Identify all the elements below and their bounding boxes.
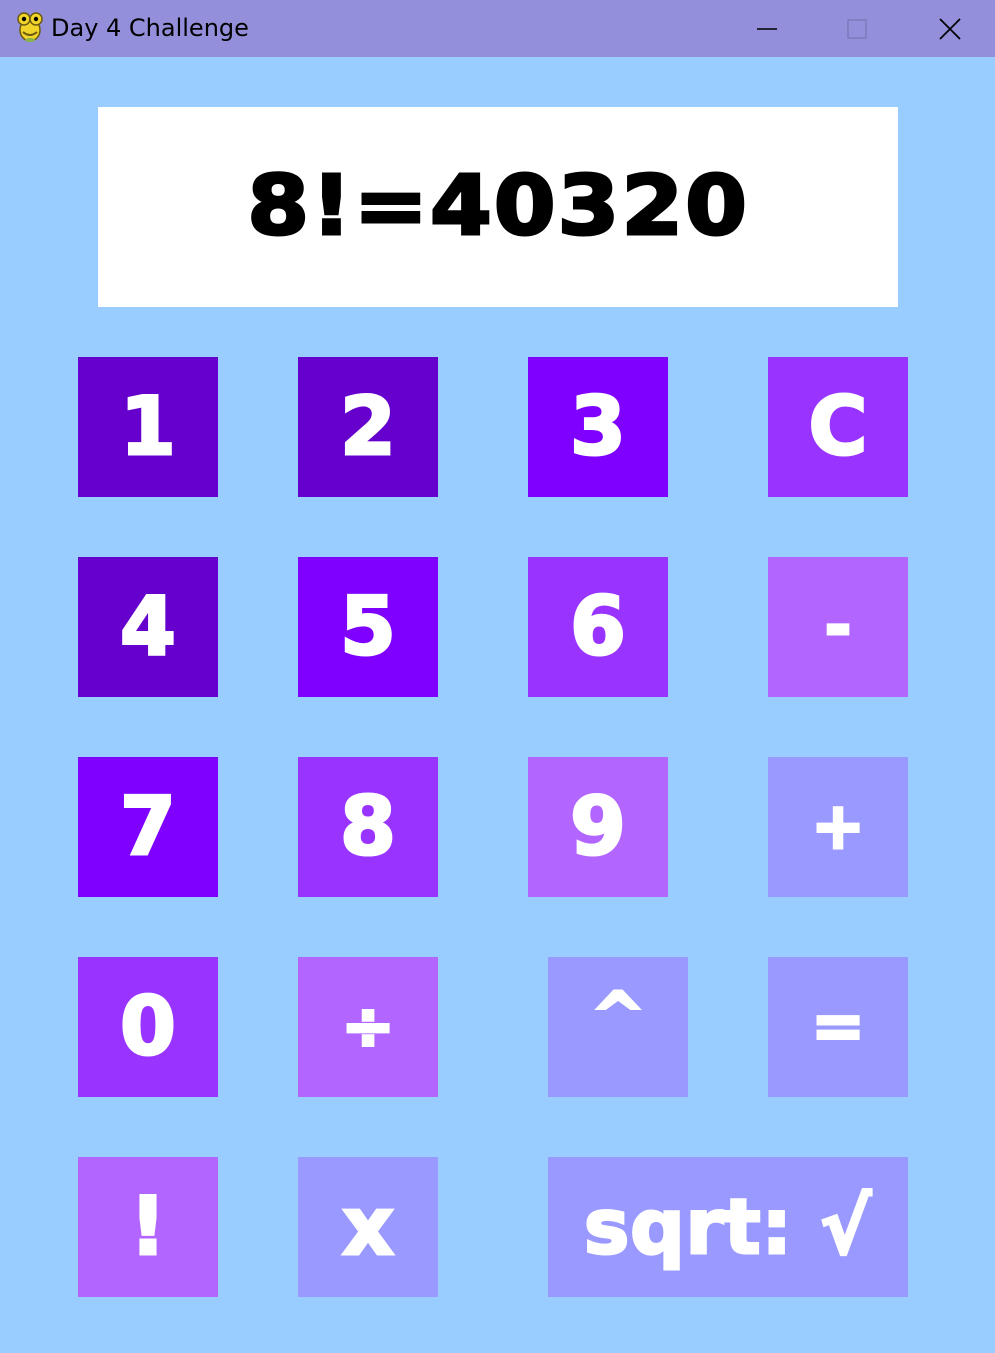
display-readout: 8!=40320 (246, 159, 749, 254)
sqrt-button[interactable]: sqrt: √ (548, 1157, 908, 1297)
maximize-icon (847, 18, 867, 39)
key-7[interactable]: 7 (78, 757, 218, 897)
python-snake-icon (14, 10, 46, 44)
multiply-button[interactable]: x (298, 1157, 438, 1297)
key-1[interactable]: 1 (78, 357, 218, 497)
key-8[interactable]: 8 (298, 757, 438, 897)
minus-button[interactable]: - (768, 557, 908, 697)
divide-button[interactable]: ÷ (298, 957, 438, 1097)
close-button[interactable] (905, 0, 995, 57)
key-2[interactable]: 2 (298, 357, 438, 497)
minimize-button[interactable] (722, 0, 812, 57)
key-0[interactable]: 0 (78, 957, 218, 1097)
key-9[interactable]: 9 (528, 757, 668, 897)
power-button[interactable]: ^ (548, 957, 688, 1097)
clear-button[interactable]: C (768, 357, 908, 497)
close-icon (939, 17, 961, 40)
factorial-button[interactable]: ! (78, 1157, 218, 1297)
equals-button[interactable]: = (768, 957, 908, 1097)
plus-button[interactable]: + (768, 757, 908, 897)
minimize-icon (757, 27, 777, 30)
maximize-button[interactable] (812, 0, 902, 57)
key-4[interactable]: 4 (78, 557, 218, 697)
key-3[interactable]: 3 (528, 357, 668, 497)
key-5[interactable]: 5 (298, 557, 438, 697)
window-title: Day 4 Challenge (51, 14, 249, 42)
key-6[interactable]: 6 (528, 557, 668, 697)
title-bar: Day 4 Challenge (0, 0, 995, 57)
power-label: ^ (590, 980, 647, 1054)
calculator-display: 8!=40320 (98, 107, 898, 307)
